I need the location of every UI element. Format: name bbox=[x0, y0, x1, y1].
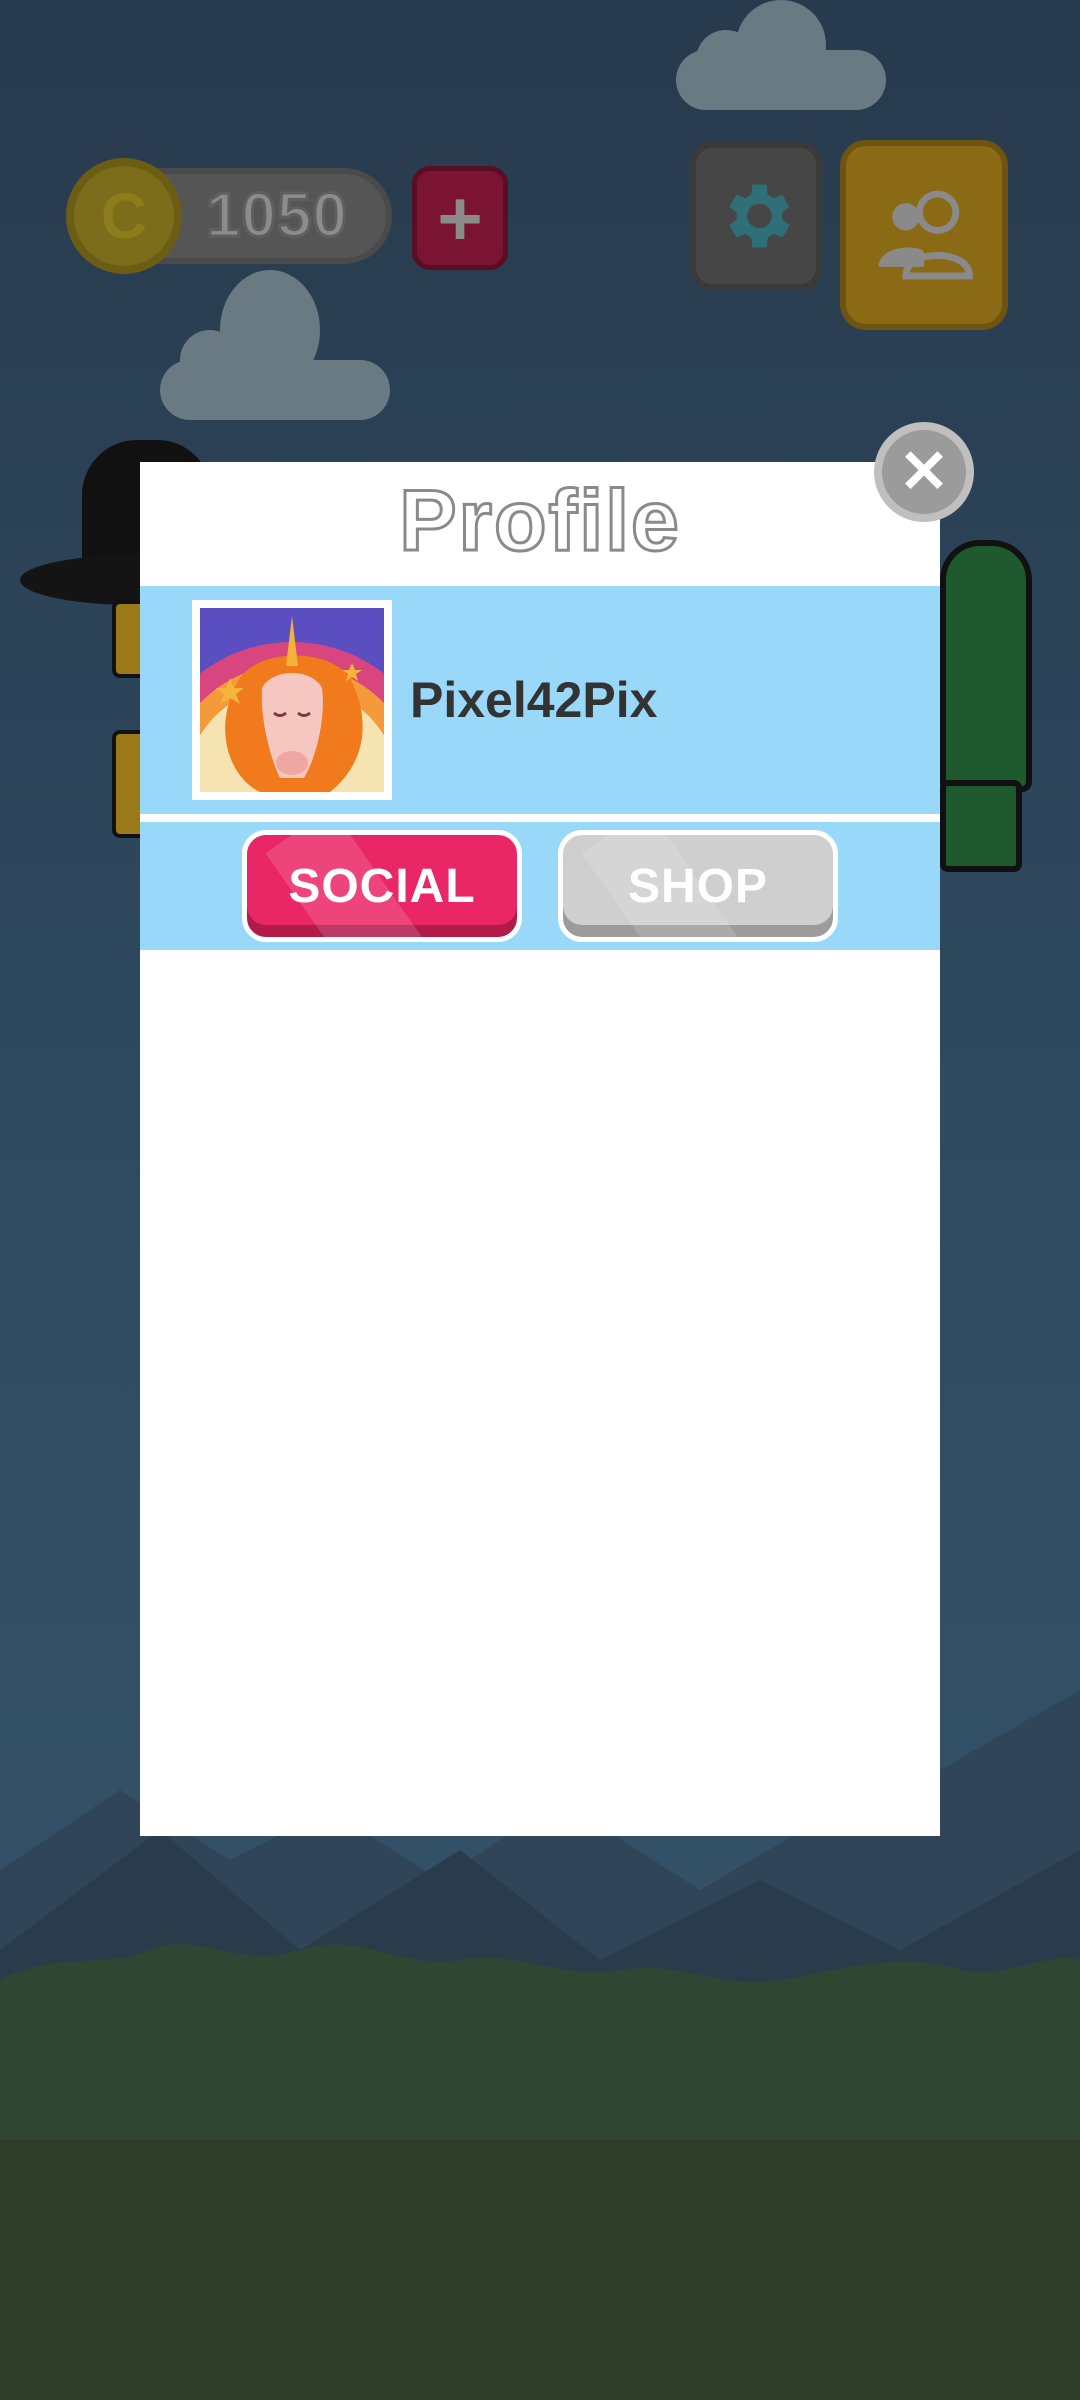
unicorn-avatar bbox=[142, 608, 442, 942]
close-icon: ✕ bbox=[898, 438, 950, 505]
tab-social-label: SOCIAL bbox=[288, 859, 476, 913]
close-button[interactable]: ✕ bbox=[874, 422, 974, 522]
modal-title: Profile bbox=[398, 472, 681, 571]
tab-social[interactable]: SOCIAL bbox=[242, 830, 522, 942]
avatar[interactable] bbox=[142, 600, 442, 942]
tab-shop[interactable]: SHOP bbox=[558, 830, 838, 942]
tab-shop-label: SHOP bbox=[627, 859, 769, 913]
username: Pixel42Pix bbox=[410, 672, 658, 728]
